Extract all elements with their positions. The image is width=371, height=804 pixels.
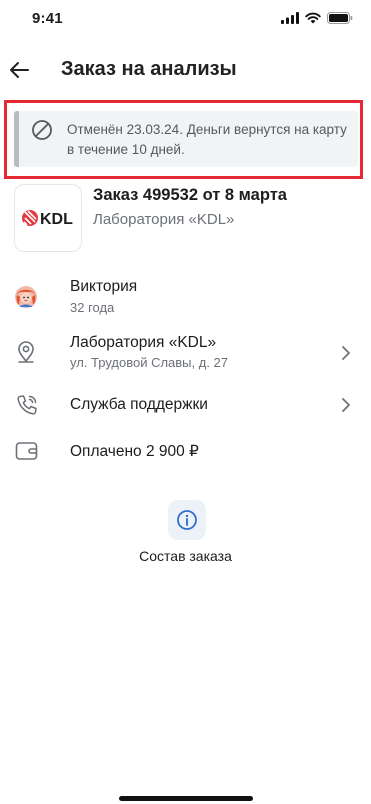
- cancel-icon: [32, 120, 52, 140]
- patient-age: 32 года: [70, 300, 115, 315]
- home-indicator: [119, 796, 253, 801]
- order-composition-label[interactable]: Состав заказа: [0, 548, 371, 564]
- banner-accent-bar: [14, 111, 19, 167]
- location-pin-icon: [18, 341, 34, 363]
- lab-logo: KDL: [14, 184, 82, 252]
- cancel-message: Отменён 23.03.24. Деньги вернутся на кар…: [67, 122, 347, 157]
- phone-icon: [17, 395, 37, 415]
- info-icon: [177, 510, 197, 530]
- chevron-right-icon: [342, 398, 350, 412]
- chevron-right-icon: [342, 346, 350, 360]
- payment-row: Оплачено 2 900 ₽: [0, 436, 371, 466]
- location-address: ул. Трудовой Славы, д. 27: [70, 355, 229, 370]
- status-time: 9:41: [32, 10, 63, 27]
- support-row[interactable]: Служба поддержки: [0, 390, 371, 420]
- patient-name: Виктория: [70, 278, 138, 295]
- order-lab: Лаборатория «KDL»: [93, 211, 235, 228]
- page-title: Заказ на анализы: [61, 58, 237, 80]
- back-arrow-icon[interactable]: [8, 58, 32, 82]
- kdl-logo-icon: KDL: [22, 210, 73, 228]
- wifi-icon: [305, 12, 321, 24]
- status-icons: [281, 12, 353, 24]
- lab-location-row[interactable]: Лаборатория «KDL» ул. Трудовой Славы, д.…: [0, 330, 371, 376]
- support-label: Служба поддержки: [70, 396, 208, 413]
- order-composition-button[interactable]: [168, 500, 206, 540]
- signal-icon: [281, 12, 299, 24]
- avatar: [15, 286, 37, 308]
- patient-row[interactable]: Виктория 32 года: [0, 274, 371, 318]
- payment-label: Оплачено 2 900 ₽: [70, 443, 199, 460]
- order-title: Заказ 499532 от 8 марта: [93, 186, 287, 204]
- location-title: Лаборатория «KDL»: [70, 334, 217, 351]
- cancel-banner: Отменён 23.03.24. Деньги вернутся на кар…: [14, 111, 358, 167]
- wallet-icon: [15, 442, 38, 460]
- battery-icon: [327, 12, 353, 24]
- kdl-logo-text: KDL: [40, 211, 73, 228]
